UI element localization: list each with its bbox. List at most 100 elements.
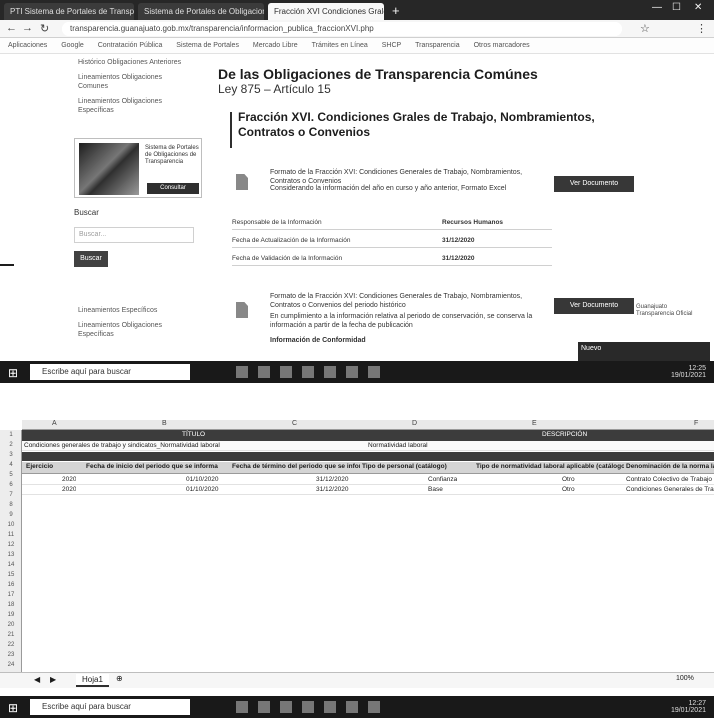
column-letter[interactable]: F xyxy=(694,420,698,427)
info-value: 31/12/2020 xyxy=(442,237,475,244)
table-row[interactable]: 2020 01/10/2020 31/12/2020 Base Otro Con… xyxy=(22,485,714,495)
task-view-icon[interactable] xyxy=(236,366,248,378)
row-number[interactable]: 13 xyxy=(0,552,22,558)
tab-label: Fracción XVI Condiciones Grales xyxy=(274,7,384,16)
close-icon[interactable]: ✕ xyxy=(694,2,702,13)
forward-icon[interactable]: → xyxy=(22,22,33,34)
bookmark[interactable]: Mercado Libre xyxy=(253,38,298,53)
row-number[interactable]: 22 xyxy=(0,642,22,648)
row-number[interactable]: 9 xyxy=(0,512,22,518)
sidebar-link[interactable]: Lineamientos Obligaciones Específicas xyxy=(78,97,188,115)
row-number[interactable]: 6 xyxy=(0,482,22,488)
edge-icon[interactable] xyxy=(258,366,270,378)
sidebar-link[interactable]: Lineamientos Obligaciones Comunes xyxy=(78,73,188,91)
chrome-icon[interactable] xyxy=(346,366,358,378)
row-number[interactable]: 19 xyxy=(0,612,22,618)
promo-banner[interactable]: Sistema de Portales de Obligaciones de T… xyxy=(74,138,202,198)
bookmark[interactable]: Google xyxy=(61,38,84,53)
store-icon[interactable] xyxy=(302,701,314,713)
clock-date: 19/01/2021 xyxy=(670,372,706,379)
add-sheet-icon[interactable]: ⊕ xyxy=(116,674,123,683)
row-number[interactable]: 3 xyxy=(0,452,22,458)
back-icon[interactable]: ← xyxy=(6,22,17,34)
column-letter[interactable]: D xyxy=(412,420,417,427)
mail-icon[interactable] xyxy=(324,701,336,713)
row-number[interactable]: 15 xyxy=(0,572,22,578)
store-icon[interactable] xyxy=(302,366,314,378)
edge-icon[interactable] xyxy=(258,701,270,713)
cell: Otro xyxy=(562,486,575,493)
search-input[interactable]: Buscar... xyxy=(74,227,194,243)
url-field[interactable]: transparencia.guanajuato.gob.mx/transpar… xyxy=(62,22,622,36)
row-number[interactable]: 18 xyxy=(0,602,22,608)
excel-icon[interactable] xyxy=(368,701,380,713)
bookmark[interactable]: Contratación Pública xyxy=(98,38,163,53)
divider xyxy=(0,264,14,266)
bookmark[interactable]: Transparencia xyxy=(415,38,460,53)
sidebar-link[interactable]: Histórico Obligaciones Anteriores xyxy=(78,58,188,67)
reload-icon[interactable]: ↻ xyxy=(40,22,49,35)
browser-tab[interactable]: Sistema de Portales de Obligaciones xyxy=(138,3,264,20)
next-sheet-icon[interactable]: ▶ xyxy=(50,675,56,684)
windows-start-icon[interactable]: ⊞ xyxy=(8,366,18,380)
sheet-tab[interactable]: Hoja1 xyxy=(76,674,109,687)
cell: Base xyxy=(428,486,443,493)
view-document-button[interactable]: Ver Documento xyxy=(554,176,634,192)
star-icon[interactable]: ☆ xyxy=(640,22,650,35)
view-document-button[interactable]: Ver Documento xyxy=(554,298,634,314)
prev-sheet-icon[interactable]: ◀ xyxy=(34,675,40,684)
row-number[interactable]: 20 xyxy=(0,622,22,628)
row-number[interactable]: 4 xyxy=(0,462,22,468)
search-button[interactable]: Buscar xyxy=(74,251,108,267)
row-number[interactable]: 11 xyxy=(0,532,22,538)
row-number[interactable]: 16 xyxy=(0,582,22,588)
menu-icon[interactable]: ⋮ xyxy=(696,22,707,35)
row-number[interactable]: 5 xyxy=(0,472,22,478)
bookmark[interactable]: Sistema de Portales xyxy=(176,38,239,53)
promo-image xyxy=(79,143,139,195)
column-letter[interactable]: C xyxy=(292,420,297,427)
chrome-icon[interactable] xyxy=(346,701,358,713)
maximize-icon[interactable]: ☐ xyxy=(672,2,681,13)
minimize-icon[interactable]: — xyxy=(652,2,662,13)
mail-icon[interactable] xyxy=(324,366,336,378)
row-number[interactable]: 1 xyxy=(0,432,22,438)
browser-tab[interactable]: PTI Sistema de Portales de Transparencia xyxy=(4,3,134,20)
excel-icon[interactable] xyxy=(368,366,380,378)
row-number[interactable]: 8 xyxy=(0,502,22,508)
row-number[interactable]: 12 xyxy=(0,542,22,548)
sidebar-link[interactable]: Lineamientos Obligaciones Específicas xyxy=(78,321,188,339)
taskbar-search-input[interactable]: Escribe aquí para buscar xyxy=(30,364,190,380)
zoom-level[interactable]: 100% xyxy=(676,675,694,682)
column-header: Fecha de término del periodo que se info… xyxy=(232,463,360,470)
row-number[interactable]: 14 xyxy=(0,562,22,568)
bookmark[interactable]: Trámites en Línea xyxy=(312,38,368,53)
bookmark[interactable]: Otros marcadores xyxy=(474,38,530,53)
column-letter[interactable]: E xyxy=(532,420,537,427)
bookmark[interactable]: Aplicaciones xyxy=(8,38,47,53)
new-tab-icon[interactable]: + xyxy=(392,3,400,18)
table-row[interactable]: 2020 01/10/2020 31/12/2020 Confianza Otr… xyxy=(22,475,714,485)
clock[interactable]: 12:25 19/01/2021 xyxy=(650,365,706,379)
task-view-icon[interactable] xyxy=(236,701,248,713)
file-explorer-icon[interactable] xyxy=(280,701,292,713)
row-number[interactable]: 10 xyxy=(0,522,22,528)
sidebar-link[interactable]: Lineamientos Específicos xyxy=(78,306,188,315)
bookmark[interactable]: SHCP xyxy=(382,38,401,53)
clock[interactable]: 12:27 19/01/2021 xyxy=(650,700,706,714)
row-number[interactable]: 21 xyxy=(0,632,22,638)
cell: 2020 xyxy=(62,476,77,483)
row-number[interactable]: 7 xyxy=(0,492,22,498)
taskbar-search-input[interactable]: Escribe aquí para buscar xyxy=(30,699,190,715)
row-number[interactable]: 2 xyxy=(0,442,22,448)
table-row[interactable]: Condiciones generales de trabajo y sindi… xyxy=(22,441,714,451)
row-number[interactable]: 17 xyxy=(0,592,22,598)
browser-tab-active[interactable]: Fracción XVI Condiciones Grales xyxy=(268,3,384,20)
file-explorer-icon[interactable] xyxy=(280,366,292,378)
column-letter[interactable]: A xyxy=(52,420,57,427)
windows-start-icon[interactable]: ⊞ xyxy=(8,701,18,715)
row-number[interactable]: 23 xyxy=(0,652,22,658)
row-number[interactable]: 24 xyxy=(0,662,22,668)
promo-button[interactable]: Consultar xyxy=(147,183,199,194)
column-letter[interactable]: B xyxy=(162,420,167,427)
